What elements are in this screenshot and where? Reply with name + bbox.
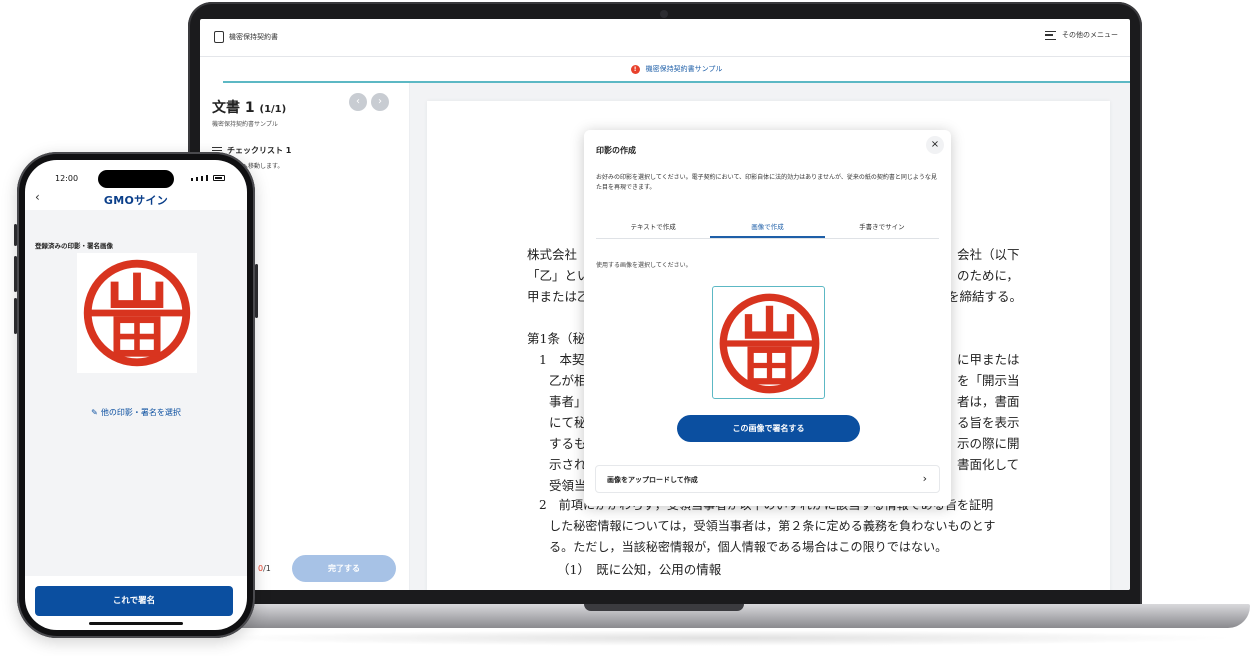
registered-seal-label: 登録済みの印影・署名画像 xyxy=(35,242,113,250)
doc-line: 1 本契 xyxy=(539,352,585,367)
doc-line: 乙が相 xyxy=(549,373,587,388)
doc-line: 甲または乙 xyxy=(527,289,590,304)
doc-line: した秘密情報については，受領当事者は，第２条に定める義務を負わないものとす xyxy=(549,519,996,533)
doc-subtitle: 機密保持契約書サンプル xyxy=(212,121,278,128)
tab-handwriting[interactable]: 手書きでサイン xyxy=(825,218,939,238)
image-select-hint: 使用する画像を選択してください。 xyxy=(596,262,692,269)
laptop-notch xyxy=(584,604,744,611)
doc-line: 「乙」とい xyxy=(527,268,590,283)
signal-icon xyxy=(196,177,198,181)
dialog-description: お好みの印影を選択してください。電子契約において、印影自体に法的効力はありません… xyxy=(596,174,937,191)
phone-side-button xyxy=(14,298,17,334)
product-mockup: 機密保持契約書 その他のメニュー ! 機密保持契約書サンプル 文書 1 (1/1… xyxy=(0,0,1250,656)
tab-text[interactable]: テキストで作成 xyxy=(596,218,710,238)
camera-icon xyxy=(660,10,668,18)
doc-line: に甲または xyxy=(957,352,1020,367)
name-seal-image xyxy=(83,259,191,367)
choose-other-seal-link[interactable]: ✎ 他の印影・署名を選択 xyxy=(25,407,247,418)
doc-nav: ‹ › xyxy=(349,93,389,111)
doc-heading: 文書 1 (1/1) xyxy=(212,97,286,117)
page-count: 0/1 xyxy=(258,564,271,573)
doc-count: (1/1) xyxy=(259,104,287,115)
registered-seal-image[interactable] xyxy=(77,253,197,373)
doc-line: を締結する。 xyxy=(947,289,1023,304)
prev-doc-button[interactable]: ‹ xyxy=(349,93,367,111)
status-time: 12:00 xyxy=(55,174,79,183)
status-icons xyxy=(191,175,225,181)
doc-line: のために， xyxy=(957,268,1019,283)
seal-create-dialog: 印影の作成 × お好みの印影を選択してください。電子契約において、印影自体に法的… xyxy=(584,130,951,506)
menu-label: その他のメニュー xyxy=(1062,31,1118,39)
phone-side-button xyxy=(255,264,258,318)
phone: 12:00 ‹ GMOサイン 登録済みの印影・署名画像 ✎ 他の印影・署名を選択… xyxy=(14,152,258,638)
file-tab-label: 機密保持契約書サンプル xyxy=(645,65,723,73)
doc-line: る旨を表示 xyxy=(957,415,1020,430)
app-title: 機密保持契約書 xyxy=(214,31,278,43)
doc-line: するも xyxy=(549,436,587,451)
file-tab[interactable]: ! 機密保持契約書サンプル xyxy=(223,57,1130,83)
signal-icon xyxy=(206,175,208,181)
tab-image[interactable]: 画像で作成 xyxy=(710,218,825,238)
laptop: 機密保持契約書 その他のメニュー ! 機密保持契約書サンプル 文書 1 (1/1… xyxy=(188,2,1142,608)
upload-image-row[interactable]: 画像をアップロードして作成 › xyxy=(595,465,940,493)
chevron-right-icon: › xyxy=(922,472,927,485)
app-title-text: 機密保持契約書 xyxy=(229,33,278,41)
phone-content: 登録済みの印影・署名画像 ✎ 他の印影・署名を選択 xyxy=(25,210,247,576)
laptop-screen: 機密保持契約書 その他のメニュー ! 機密保持契約書サンプル 文書 1 (1/1… xyxy=(200,19,1130,590)
phone-side-button xyxy=(14,256,17,292)
sign-with-image-button[interactable]: この画像で署名する xyxy=(677,415,860,442)
doc-line: 会社（以下 xyxy=(957,247,1020,262)
name-seal-image xyxy=(719,293,820,394)
done-button[interactable]: 完了する xyxy=(292,555,396,582)
phone-nav-bar: ‹ GMOサイン xyxy=(25,186,247,210)
doc-line: （1） 既に公知，公用の情報 xyxy=(557,562,722,577)
menu-icon xyxy=(1045,30,1056,40)
next-doc-button[interactable]: › xyxy=(371,93,389,111)
more-menu-button[interactable]: その他のメニュー xyxy=(1045,30,1118,40)
doc-line: る。ただし，当該秘密情報が，個人情報である場合はこの限りではない。 xyxy=(549,540,948,554)
document-icon xyxy=(214,31,224,43)
app-header: 機密保持契約書 その他のメニュー xyxy=(200,19,1130,57)
doc-line: 第1条（秘 xyxy=(527,331,585,346)
doc-heading-text: 文書 1 xyxy=(212,100,255,116)
signal-icon xyxy=(201,176,203,181)
dialog-title: 印影の作成 xyxy=(596,146,636,155)
stamp-image-option[interactable] xyxy=(712,286,825,399)
signal-icon xyxy=(191,178,193,181)
phone-side-button xyxy=(14,224,17,246)
close-icon[interactable]: × xyxy=(926,136,944,154)
gmo-sign-logo: GMOサイン xyxy=(103,194,169,207)
doc-line: 者は，書面 xyxy=(957,394,1020,409)
choose-link-label: 他の印影・署名を選択 xyxy=(100,408,181,417)
home-indicator xyxy=(89,622,183,625)
doc-line: 受領当 xyxy=(549,478,587,493)
checklist-title: チェックリスト 1 xyxy=(227,146,292,155)
laptop-shadow xyxy=(200,630,1240,646)
doc-line: 事者」 xyxy=(549,394,587,409)
doc-line: にて秘 xyxy=(549,415,587,430)
warning-icon: ! xyxy=(630,64,640,74)
upload-label: 画像をアップロードして作成 xyxy=(607,476,698,484)
doc-line: 株式会社 xyxy=(527,247,578,262)
doc-line: 書面化して xyxy=(957,457,1020,472)
dialog-tabs: テキストで作成 画像で作成 手書きでサイン xyxy=(596,218,939,239)
battery-icon xyxy=(213,175,225,181)
page-total: /1 xyxy=(263,564,271,573)
doc-line: 示され xyxy=(549,457,587,472)
doc-line: 示の際に開 xyxy=(957,436,1020,451)
pencil-icon: ✎ xyxy=(91,408,98,417)
phone-screen: 12:00 ‹ GMOサイン 登録済みの印影・署名画像 ✎ 他の印影・署名を選択… xyxy=(25,160,247,630)
sign-button[interactable]: これで署名 xyxy=(35,586,233,616)
doc-line: を「開示当 xyxy=(957,373,1020,388)
